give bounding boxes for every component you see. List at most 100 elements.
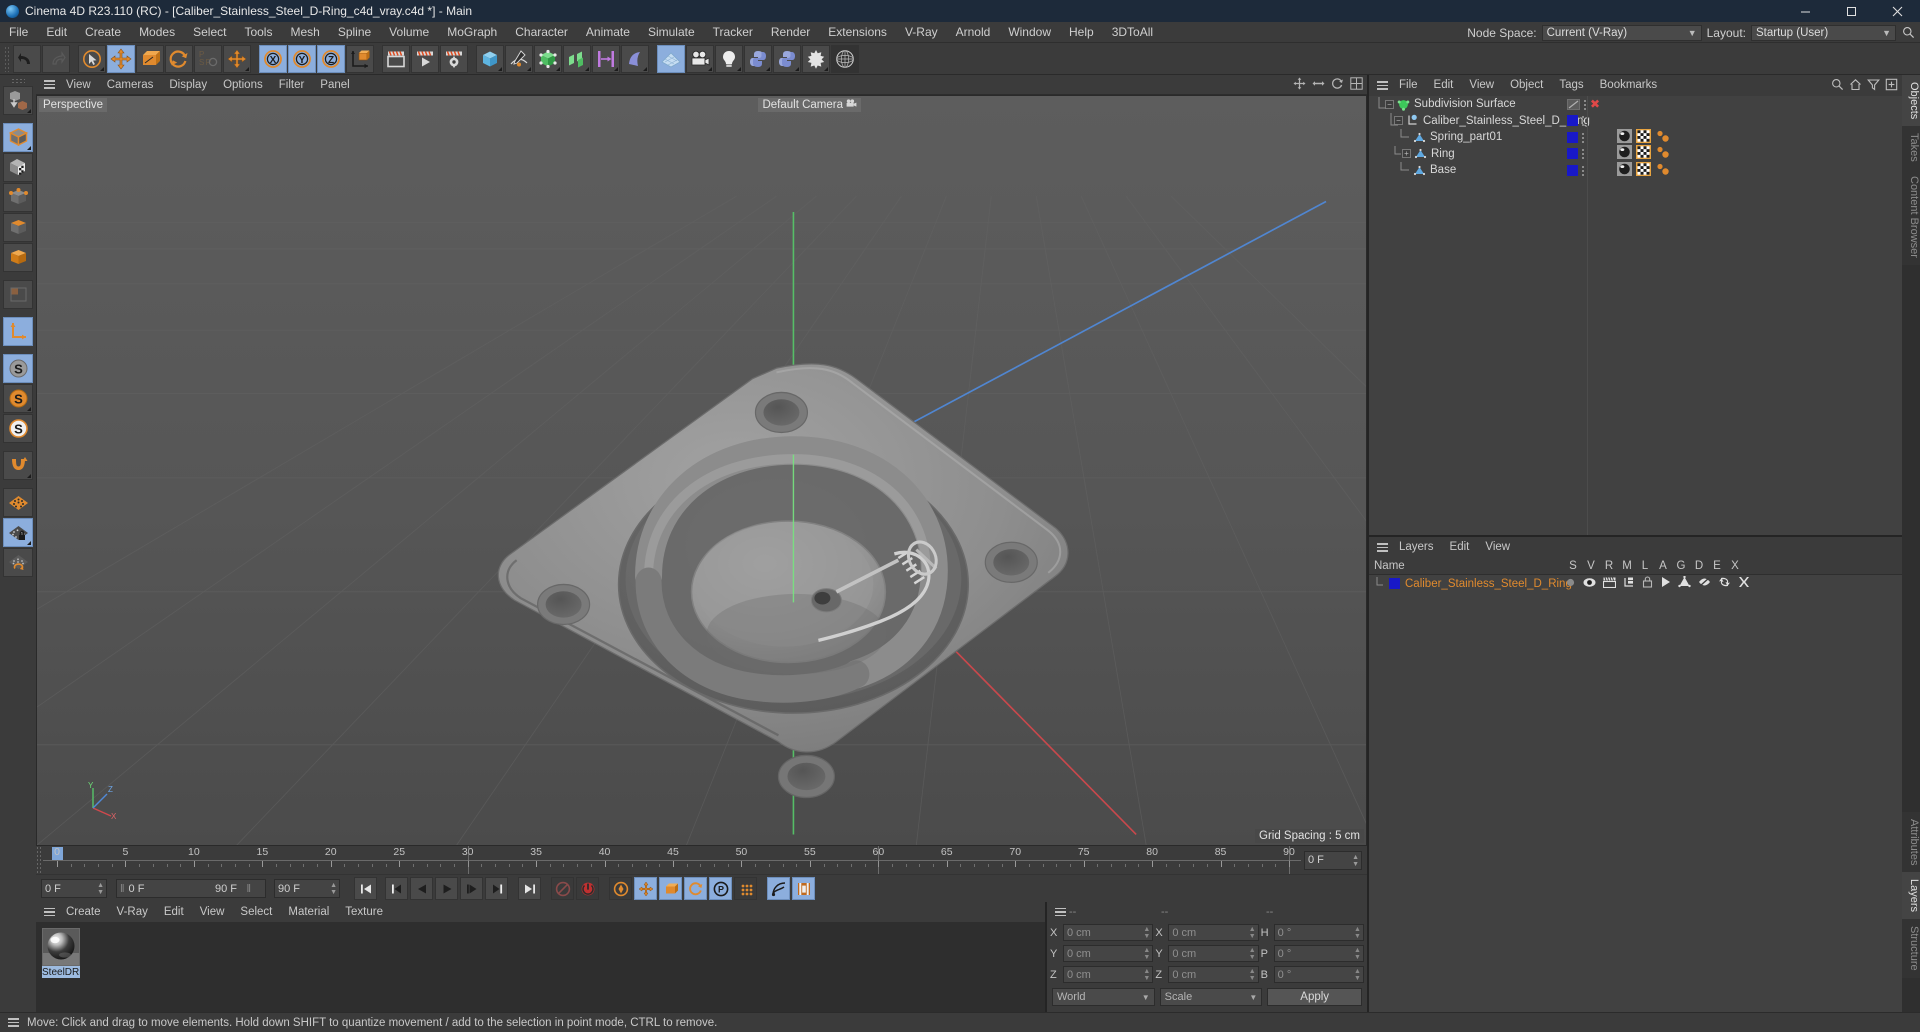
texture-mode-button[interactable] (3, 153, 33, 182)
tab-takes[interactable]: Takes (1902, 126, 1920, 170)
tab-structure[interactable]: Structure (1902, 919, 1920, 978)
spinner-icon[interactable]: ▲ ▼ (1249, 968, 1256, 982)
go-to-previous-key-button[interactable] (385, 877, 408, 900)
layer-menu-edit[interactable]: Edit (1442, 537, 1478, 558)
visibility-dots-icon[interactable] (1581, 164, 1585, 176)
object-visibility-toggle[interactable] (1567, 98, 1580, 110)
maximize-button[interactable] (1828, 0, 1874, 22)
enable-snap-button[interactable]: S (3, 384, 33, 413)
menu-mesh[interactable]: Mesh (281, 22, 328, 43)
material-menu-material[interactable]: Material (280, 902, 337, 922)
object-tree[interactable]: − Subdivision Surface ✖ − Caliber_Stainl… (1369, 96, 1902, 535)
coord-pos-x-input[interactable]: 0 cm ▲ ▼ (1063, 924, 1154, 941)
layer-color-swatch[interactable] (1389, 578, 1400, 589)
material-menu-view[interactable]: View (192, 902, 233, 922)
object-row-ring[interactable]: + Ring (1369, 145, 1902, 163)
spinner-icon[interactable]: ▲ ▼ (1249, 947, 1256, 961)
object-menu-view[interactable]: View (1461, 75, 1502, 96)
param-key-button[interactable]: P (709, 877, 732, 900)
position-key-button[interactable] (634, 877, 657, 900)
start-frame-field[interactable]: 0 F ▲ ▼ (41, 879, 107, 898)
object-menu-edit[interactable]: Edit (1426, 75, 1462, 96)
viewport-menu-cameras[interactable]: Cameras (99, 75, 162, 95)
coord-size-x-input[interactable]: 0 cm ▲ ▼ (1168, 924, 1259, 941)
material-menu-create[interactable]: Create (58, 902, 109, 922)
lock-icon[interactable] (1642, 576, 1653, 591)
add-generator-button[interactable] (534, 44, 562, 73)
layer-color-swatch[interactable] (1567, 115, 1578, 127)
layout-select[interactable]: Startup (User) ▼ (1751, 24, 1896, 41)
phong-tag[interactable] (1655, 145, 1670, 162)
menu-mograph[interactable]: MoGraph (438, 22, 506, 43)
render-settings-button[interactable] (440, 44, 468, 73)
autokeying-button[interactable] (576, 877, 599, 900)
apply-button[interactable]: Apply (1267, 988, 1363, 1006)
magnet-button[interactable] (3, 451, 33, 480)
material-menu-edit[interactable]: Edit (156, 902, 192, 922)
link-button[interactable] (767, 877, 790, 900)
add-layer-icon[interactable] (1885, 78, 1898, 94)
add-array-button[interactable] (621, 44, 649, 73)
move-view-icon[interactable] (1293, 77, 1306, 93)
viewport-menu-view[interactable]: View (58, 75, 99, 95)
menu-window[interactable]: Window (999, 22, 1060, 43)
coord-pos-y-input[interactable]: 0 cm ▲ ▼ (1063, 945, 1154, 962)
left-toolbar-grip[interactable] (11, 78, 25, 84)
timeline-button[interactable] (792, 877, 815, 900)
add-floor-button[interactable] (657, 44, 685, 73)
uv-tag[interactable] (1636, 161, 1651, 179)
viewport-menu-filter[interactable]: Filter (271, 75, 313, 95)
object-row-caliber-ring-null[interactable]: − Caliber_Stainless_Steel_D_Ring (1369, 112, 1902, 130)
scale-view-icon[interactable] (1312, 77, 1325, 93)
material-menu-select[interactable]: Select (232, 902, 280, 922)
edges-mode-button[interactable] (3, 213, 33, 242)
tab-content-browser[interactable]: Content Browser (1902, 169, 1920, 265)
axis-modify-button[interactable] (3, 317, 33, 346)
material-tag[interactable] (1617, 128, 1632, 146)
uv-mode-button[interactable] (3, 280, 33, 309)
close-button[interactable] (1874, 0, 1920, 22)
move-button[interactable] (107, 44, 135, 73)
world-object-coordinate-button[interactable] (346, 44, 374, 73)
tab-layers[interactable]: Layers (1902, 872, 1920, 920)
material-list[interactable]: SteelDRi (36, 922, 1045, 1012)
close-icon[interactable]: ✖ (1590, 98, 1600, 110)
menu-edit[interactable]: Edit (37, 22, 76, 43)
menu-file[interactable]: File (0, 22, 37, 43)
undo-button[interactable] (13, 44, 41, 73)
object-row-base[interactable]: Base (1369, 161, 1902, 179)
menu-vray[interactable]: V-Ray (896, 22, 947, 43)
layer-color-swatch[interactable] (1567, 131, 1578, 143)
object-row-subdivision-surface[interactable]: − Subdivision Surface ✖ (1369, 96, 1902, 113)
visibility-dots-icon[interactable] (1581, 148, 1585, 160)
add-subdivision-surface-button[interactable] (592, 44, 620, 73)
manager-toggle[interactable] (1623, 577, 1635, 591)
object-menu-bookmarks[interactable]: Bookmarks (1592, 75, 1666, 96)
lock-z-axis-button[interactable]: Z (317, 44, 345, 73)
coordinate-mode-select[interactable]: Scale ▼ (1159, 988, 1263, 1006)
go-to-next-frame-button[interactable] (460, 877, 483, 900)
search-icon[interactable] (1901, 25, 1916, 40)
menu-simulate[interactable]: Simulate (639, 22, 704, 43)
home-icon[interactable] (1849, 78, 1862, 94)
lock-x-axis-button[interactable]: X (259, 44, 287, 73)
object-row-spring-part01[interactable]: Spring_part01 (1369, 128, 1902, 146)
snap-settings-button[interactable]: S (3, 414, 33, 443)
timeline-ruler[interactable]: 051015202530354045505560657075808590 (43, 846, 1301, 874)
drag-handle-icon[interactable]: ‖ (246, 883, 251, 895)
coord-pos-z-input[interactable]: 0 cm ▲ ▼ (1063, 966, 1154, 983)
render-to-picture-viewer-button[interactable] (411, 44, 439, 73)
coord-size-y-input[interactable]: 0 cm ▲ ▼ (1168, 945, 1259, 962)
global-illumination-button[interactable] (831, 44, 859, 73)
go-to-start-button[interactable] (354, 877, 377, 900)
spinner-icon[interactable]: ▲ ▼ (1143, 926, 1150, 940)
visible-toggle[interactable] (1583, 577, 1596, 591)
add-spline-button[interactable] (505, 44, 533, 73)
object-expander[interactable] (1369, 112, 1402, 130)
object-menu-file[interactable]: File (1391, 75, 1426, 96)
object-expand-toggle[interactable]: + (1402, 149, 1411, 159)
record-active-objects-button[interactable] (551, 877, 574, 900)
menu-character[interactable]: Character (506, 22, 577, 43)
object-menu-object[interactable]: Object (1502, 75, 1551, 96)
coord-rot-h-input[interactable]: 0 ° ▲ ▼ (1273, 924, 1364, 941)
